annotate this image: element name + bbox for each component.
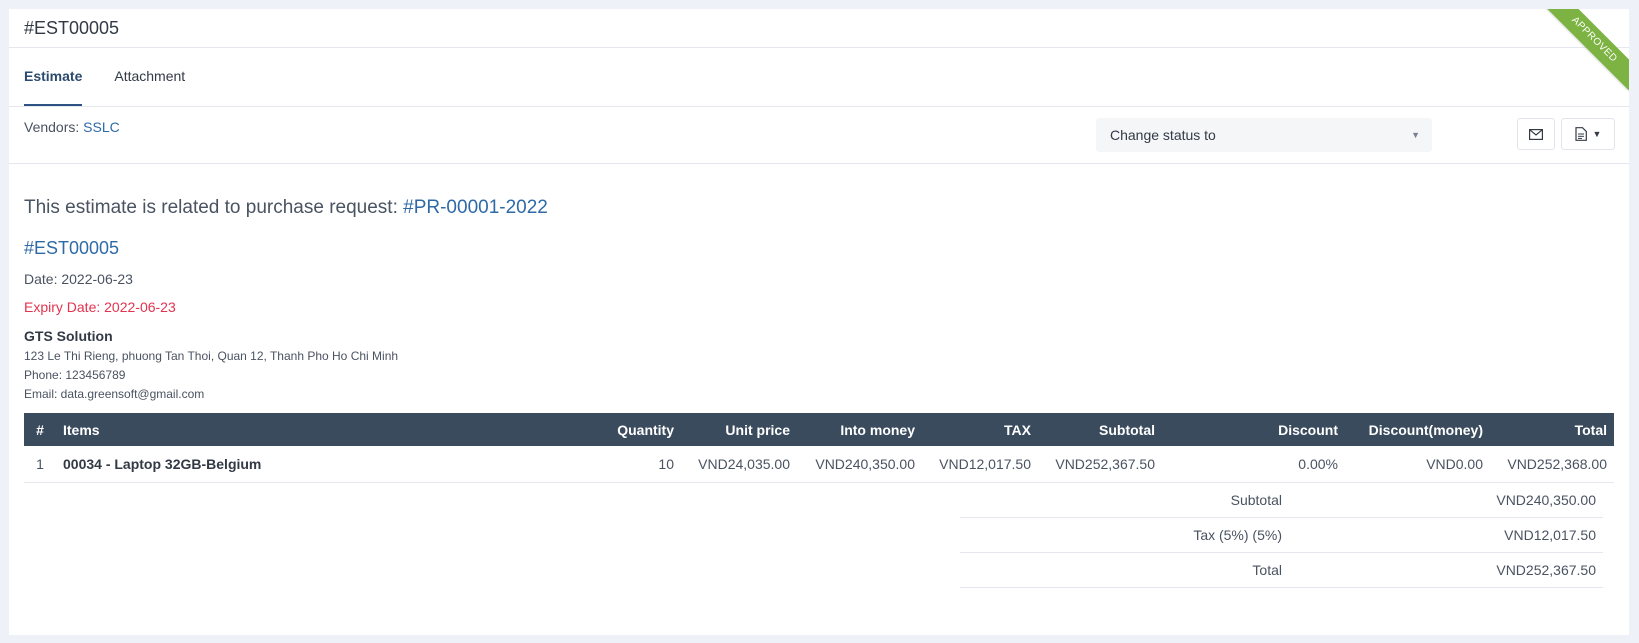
col-discount: Discount <box>1278 421 1338 438</box>
related-text: This estimate is related to purchase req… <box>24 197 398 218</box>
row-total: VND252,368.00 <box>1490 446 1614 483</box>
related-request: This estimate is related to purchase req… <box>24 197 1614 219</box>
send-email-button[interactable] <box>1517 118 1555 150</box>
tab-estimate[interactable]: Estimate <box>24 48 83 106</box>
col-subtotal: Subtotal <box>1099 421 1155 438</box>
col-tax: TAX <box>1004 421 1031 438</box>
col-items: Items <box>63 421 100 438</box>
tab-attachment[interactable]: Attachment <box>114 48 185 106</box>
totals-subtotal-value: VND240,350.00 <box>1289 483 1603 518</box>
select-caret-icon: ▼ <box>1411 130 1420 140</box>
row-quantity: 10 <box>572 446 681 483</box>
items-table: # Items Quantity Unit price Into money T… <box>24 413 1614 483</box>
tab-bar: Estimate Attachment <box>9 48 1629 107</box>
vendors-line: Vendors: SSLC <box>24 119 120 135</box>
row-item: 00034 - Laptop 32GB-Belgium <box>56 446 572 483</box>
col-number: # <box>36 421 44 438</box>
vendor-link[interactable]: SSLC <box>83 119 120 135</box>
pdf-dropdown-button[interactable]: ▼ <box>1561 118 1615 150</box>
estimate-content: This estimate is related to purchase req… <box>9 197 1629 588</box>
totals-tax-value: VND12,017.50 <box>1289 517 1603 553</box>
totals-tax-label: Tax (5%) (5%) <box>960 517 1289 553</box>
change-status-value: Change status to <box>1110 127 1216 143</box>
col-unit-price: Unit price <box>725 421 790 438</box>
estimate-number[interactable]: #EST00005 <box>24 238 1614 259</box>
mail-icon <box>1529 128 1543 140</box>
col-into-money: Into money <box>840 421 915 438</box>
company-phone: Phone: 123456789 <box>24 368 126 382</box>
row-into-money: VND240,350.00 <box>797 446 922 483</box>
estimate-panel: #EST00005 APPROVED Estimate Attachment V… <box>9 9 1629 635</box>
col-discount-money: Discount(money) <box>1368 421 1483 438</box>
company-email: Email: data.greensoft@gmail.com <box>24 387 205 401</box>
title-bar: #EST00005 <box>9 9 1629 48</box>
totals-row-subtotal: Subtotal VND240,350.00 <box>960 483 1603 518</box>
vendors-label: Vendors: <box>24 119 80 135</box>
page-title: #EST00005 <box>24 17 120 38</box>
estimate-date: Date: 2022-06-23 <box>24 271 133 287</box>
totals-total-label: Total <box>960 552 1289 588</box>
purchase-request-link[interactable]: #PR-00001-2022 <box>403 197 548 218</box>
row-subtotal: VND252,367.50 <box>1038 446 1162 483</box>
file-pdf-icon <box>1574 127 1587 141</box>
company-address: 123 Le Thi Rieng, phuong Tan Thoi, Quan … <box>24 349 399 363</box>
totals-total-value: VND252,367.50 <box>1289 552 1603 588</box>
row-discount: 0.00% <box>1162 446 1345 483</box>
totals-row-total: Total VND252,367.50 <box>960 552 1603 588</box>
toolbar: Vendors: SSLC Change status to ▼ ▼ <box>9 107 1629 164</box>
expiry-date: Expiry Date: 2022-06-23 <box>24 299 176 315</box>
change-status-select[interactable]: Change status to ▼ <box>1096 118 1432 152</box>
totals-table: Subtotal VND240,350.00 Tax (5%) (5%) VND… <box>960 483 1603 588</box>
row-tax: VND12,017.50 <box>922 446 1038 483</box>
totals-row-tax: Tax (5%) (5%) VND12,017.50 <box>960 517 1603 553</box>
totals-subtotal-label: Subtotal <box>960 483 1289 518</box>
row-unit-price: VND24,035.00 <box>681 446 797 483</box>
col-total: Total <box>1574 421 1607 438</box>
company-name: GTS Solution <box>24 328 113 344</box>
caret-down-icon: ▼ <box>1592 129 1602 139</box>
row-number: 1 <box>24 446 56 483</box>
col-quantity: Quantity <box>617 421 674 438</box>
row-discount-money: VND0.00 <box>1345 446 1490 483</box>
table-row: 1 00034 - Laptop 32GB-Belgium 10 VND24,0… <box>24 446 1614 483</box>
items-header-row: # Items Quantity Unit price Into money T… <box>24 413 1614 446</box>
